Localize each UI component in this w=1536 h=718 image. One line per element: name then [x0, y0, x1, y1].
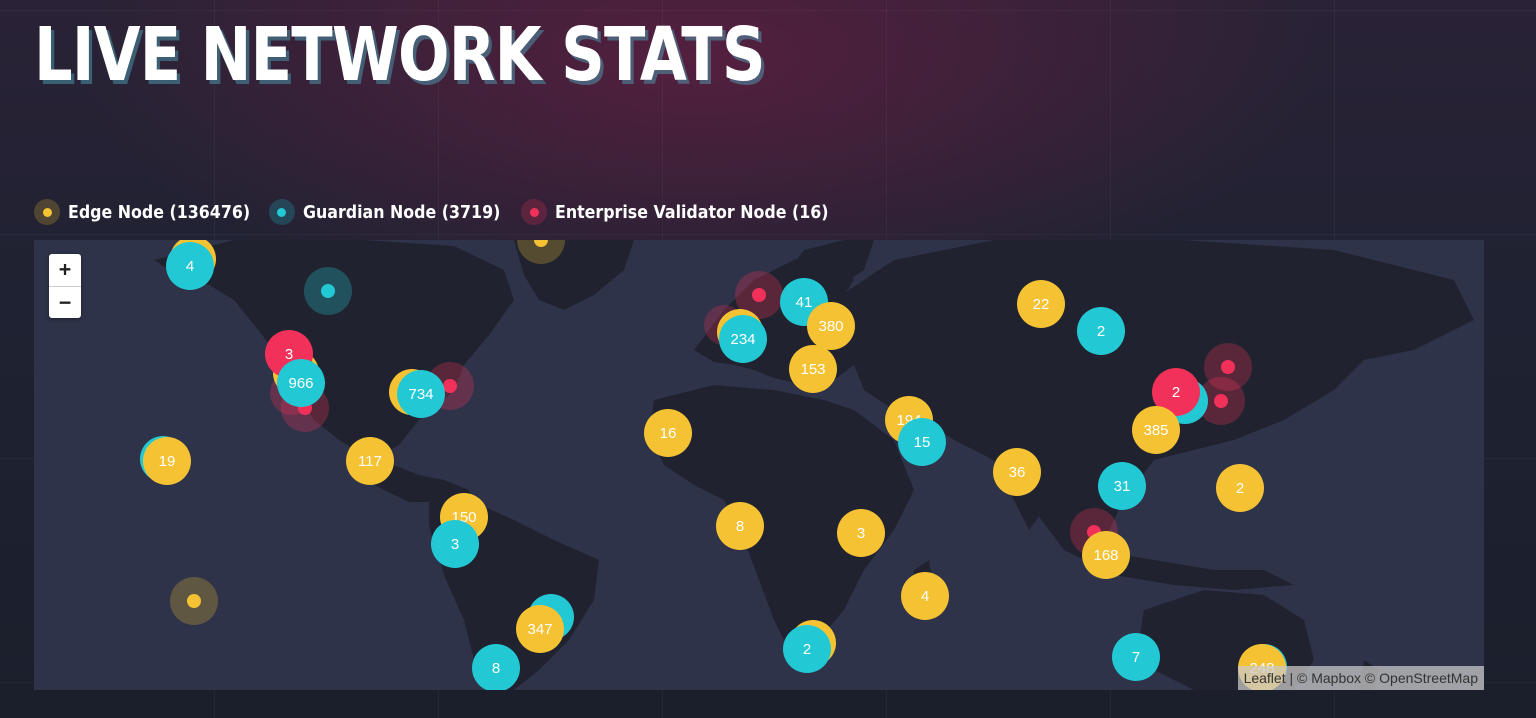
- legend: Edge Node (136476) Guardian Node (3719) …: [34, 198, 844, 226]
- enterprise-node-dot[interactable]: [1221, 360, 1235, 374]
- legend-label-enterprise: Enterprise Validator Node (16): [555, 201, 829, 223]
- enterprise-node-dot[interactable]: [752, 288, 766, 302]
- page-title: LIVE NETWORK STATS: [34, 12, 766, 98]
- edge-node-legend-icon: [34, 199, 60, 225]
- cluster-marker[interactable]: 19: [143, 437, 191, 485]
- leaflet-link[interactable]: Leaflet: [1244, 670, 1286, 686]
- cluster-marker[interactable]: 168: [1082, 531, 1130, 579]
- map-attribution: Leaflet | © Mapbox © OpenStreetMap: [1237, 666, 1484, 690]
- cluster-marker[interactable]: 3: [431, 520, 479, 568]
- legend-label-guardian: Guardian Node (3719): [302, 201, 501, 223]
- cluster-marker[interactable]: 36: [993, 448, 1041, 496]
- cluster-marker[interactable]: 966: [277, 359, 325, 407]
- cluster-marker[interactable]: 22: [1017, 280, 1065, 328]
- zoom-control: + −: [49, 254, 81, 318]
- attribution-osm-prefix: ©: [1361, 670, 1380, 686]
- legend-item-enterprise: Enterprise Validator Node (16): [521, 199, 844, 225]
- cluster-marker[interactable]: 8: [716, 502, 764, 550]
- world-map[interactable]: + − 4 3 966 734 19 117 150 3 347 8 41 38…: [34, 240, 1484, 690]
- cluster-marker[interactable]: 4: [166, 242, 214, 290]
- attribution-separator: | ©: [1285, 670, 1312, 686]
- cluster-marker[interactable]: 734: [397, 370, 445, 418]
- legend-item-edge: Edge Node (136476): [34, 199, 253, 225]
- cluster-marker[interactable]: 380: [807, 302, 855, 350]
- cluster-marker[interactable]: 234: [719, 315, 767, 363]
- enterprise-node-dot[interactable]: [443, 379, 457, 393]
- cluster-marker[interactable]: 385: [1132, 406, 1180, 454]
- cluster-marker[interactable]: 2: [783, 625, 831, 673]
- cluster-marker[interactable]: 117: [346, 437, 394, 485]
- cluster-marker[interactable]: 3: [837, 509, 885, 557]
- zoom-in-button[interactable]: +: [49, 254, 81, 286]
- cluster-marker[interactable]: 153: [789, 345, 837, 393]
- edge-node-dot[interactable]: [187, 594, 201, 608]
- cluster-marker[interactable]: 15: [898, 418, 946, 466]
- guardian-node-dot[interactable]: [321, 284, 335, 298]
- cluster-marker[interactable]: 16: [644, 409, 692, 457]
- cluster-marker[interactable]: 4: [901, 572, 949, 620]
- enterprise-node-dot[interactable]: [1214, 394, 1228, 408]
- openstreetmap-link[interactable]: OpenStreetMap: [1379, 670, 1478, 686]
- zoom-out-button[interactable]: −: [49, 286, 81, 319]
- mapbox-link[interactable]: Mapbox: [1311, 670, 1361, 686]
- cluster-marker[interactable]: 347: [516, 605, 564, 653]
- cluster-marker[interactable]: 31: [1098, 462, 1146, 510]
- cluster-marker[interactable]: 2: [1077, 307, 1125, 355]
- enterprise-node-legend-icon: [521, 199, 548, 225]
- cluster-marker[interactable]: 7: [1112, 633, 1160, 681]
- cluster-marker[interactable]: 8: [472, 644, 520, 690]
- cluster-marker[interactable]: 2: [1216, 464, 1264, 512]
- legend-item-guardian: Guardian Node (3719): [268, 199, 505, 225]
- legend-label-edge: Edge Node (136476): [68, 201, 251, 223]
- guardian-node-legend-icon: [268, 199, 295, 225]
